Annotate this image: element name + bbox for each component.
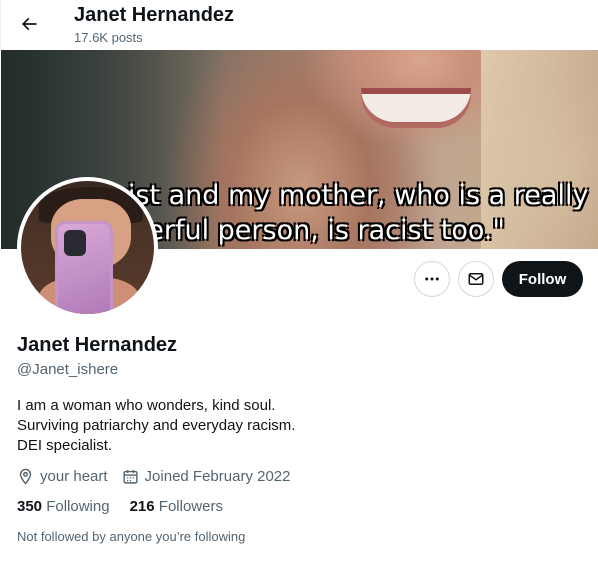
bio-line: I am a woman who wonders, kind soul. bbox=[17, 397, 276, 414]
avatar[interactable] bbox=[17, 177, 158, 318]
bio-line: DEI specialist. bbox=[17, 437, 113, 454]
profile-name: Janet Hernandez bbox=[17, 334, 178, 356]
join-date-text: Joined February 2022 bbox=[144, 468, 291, 485]
profile-header: Janet Hernandez 17.6K posts bbox=[0, 0, 598, 50]
more-button[interactable] bbox=[414, 261, 450, 297]
followed-by-note: Not followed by anyone you’re following bbox=[17, 529, 246, 544]
location: your heart bbox=[17, 468, 108, 485]
following-link[interactable]: 350 Following bbox=[17, 498, 110, 515]
location-text: your heart bbox=[40, 468, 108, 485]
location-pin-icon bbox=[19, 468, 32, 485]
profile-handle: @Janet_ishere bbox=[17, 361, 119, 378]
followers-link[interactable]: 216 Followers bbox=[130, 498, 223, 515]
profile-bio: I am a woman who wonders, kind soul. Sur… bbox=[17, 396, 295, 456]
header-post-count: 17.6K posts bbox=[74, 30, 143, 45]
message-button[interactable] bbox=[458, 261, 494, 297]
banner-caption-line-2: nderful person, is racist too." bbox=[113, 215, 505, 246]
bio-line: Surviving patriarchy and everyday racism… bbox=[17, 417, 296, 434]
followers-label: Followers bbox=[158, 498, 223, 515]
envelope-icon bbox=[468, 273, 484, 285]
follow-counts: 350 Following 216 Followers bbox=[17, 498, 243, 515]
header-name: Janet Hernandez bbox=[74, 4, 235, 26]
following-count: 350 bbox=[17, 498, 43, 515]
back-button[interactable] bbox=[15, 10, 43, 38]
calendar-icon bbox=[122, 470, 138, 484]
following-label: Following bbox=[46, 498, 110, 515]
banner-caption-line-1: cist and my mother, who is a really bbox=[113, 180, 589, 211]
followers-count: 216 bbox=[129, 498, 155, 515]
arrow-left-icon bbox=[21, 17, 37, 31]
more-horizontal-icon bbox=[425, 277, 439, 281]
profile-meta: your heart Joined February 2022 bbox=[17, 468, 304, 485]
follow-button[interactable]: Follow bbox=[502, 261, 583, 297]
join-date: Joined February 2022 bbox=[122, 468, 291, 485]
